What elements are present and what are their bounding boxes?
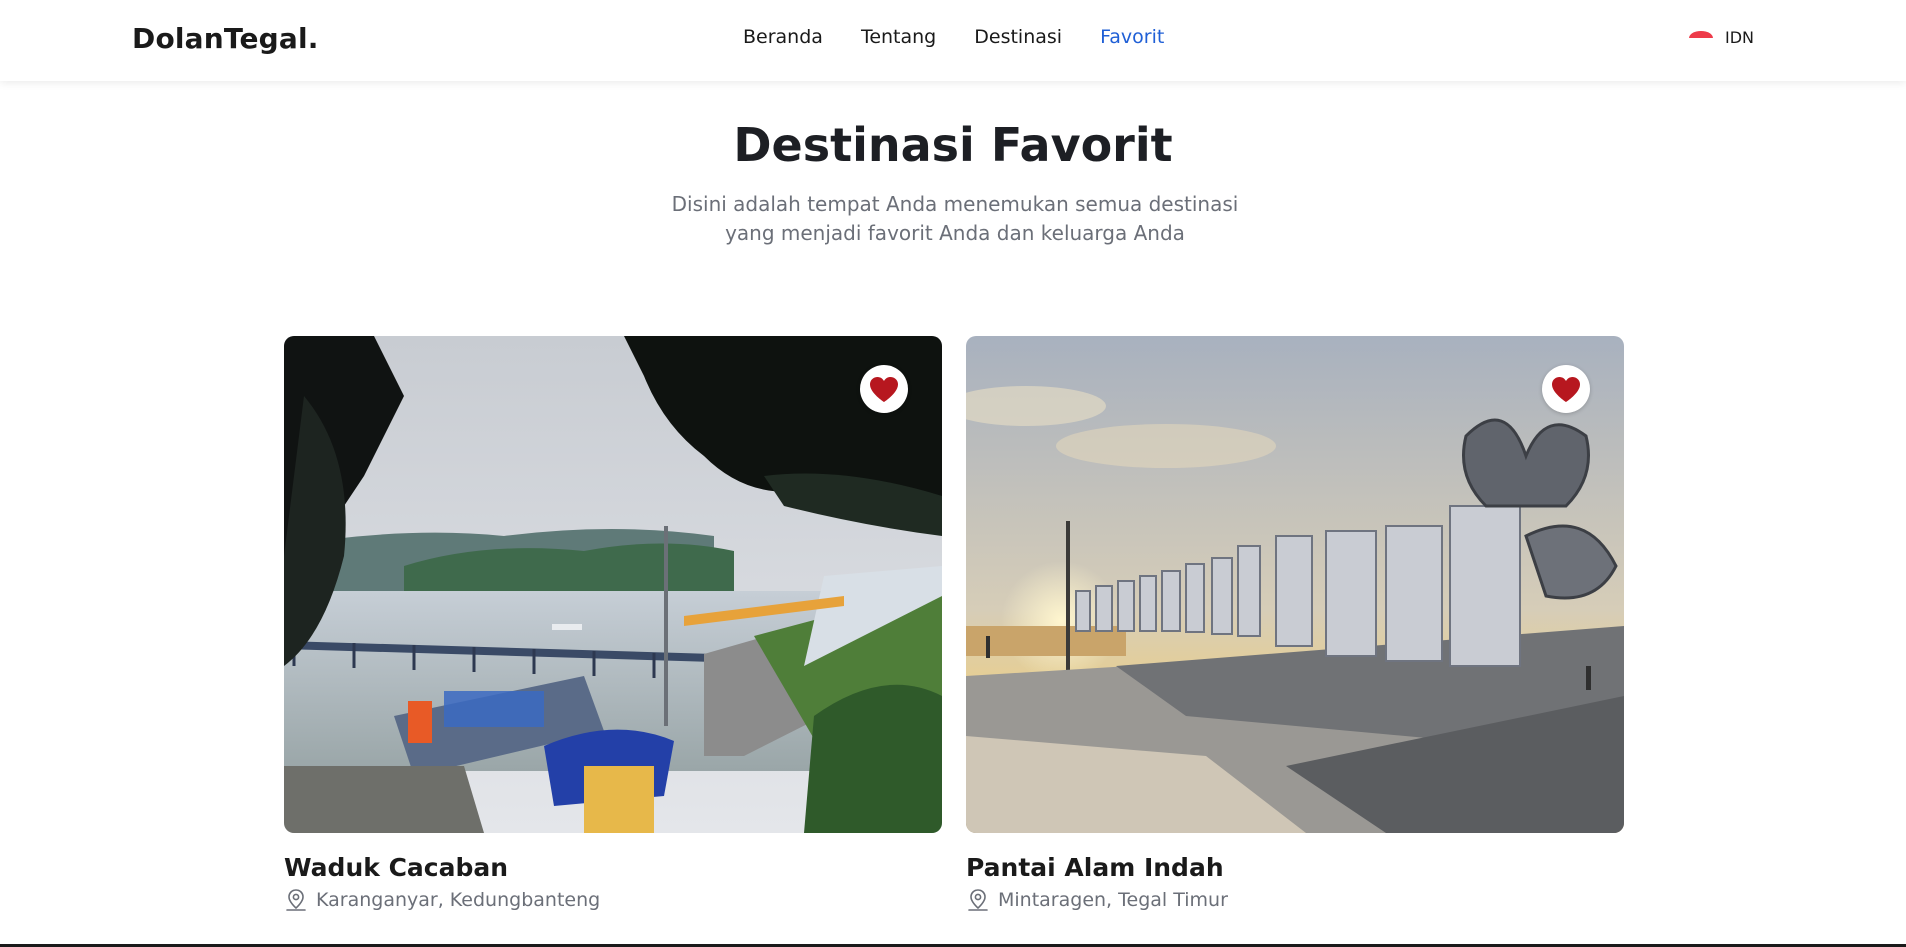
top-navbar: DolanTegal. Beranda Tentang Destinasi Fa… <box>0 0 1906 81</box>
destination-location: Mintaragen, Tegal Timur <box>966 888 1624 912</box>
destination-title[interactable]: Waduk Cacaban <box>284 853 942 882</box>
nav-link-beranda[interactable]: Beranda <box>743 26 823 48</box>
page-title: Destinasi Favorit <box>733 118 1173 172</box>
location-text: Karanganyar, Kedungbanteng <box>316 889 601 911</box>
nav-link-destinasi[interactable]: Destinasi <box>974 26 1062 48</box>
heart-icon <box>1552 376 1580 402</box>
map-pin-icon <box>286 889 306 911</box>
reservoir-photo <box>284 336 942 833</box>
nav-link-tentang[interactable]: Tentang <box>861 26 936 48</box>
brand-logo[interactable]: DolanTegal. <box>132 22 319 55</box>
page-subtitle: Disini adalah tempat Anda menemukan semu… <box>671 192 1239 245</box>
beach-sign-photo <box>966 336 1624 833</box>
main-nav: Beranda Tentang Destinasi Favorit <box>743 26 1164 48</box>
indonesia-flag-icon <box>1689 30 1713 45</box>
location-text: Mintaragen, Tegal Timur <box>998 889 1228 911</box>
destination-photo[interactable] <box>966 336 1624 833</box>
destination-photo[interactable] <box>284 336 942 833</box>
heart-icon <box>870 376 898 402</box>
destination-title[interactable]: Pantai Alam Indah <box>966 853 1624 882</box>
favorite-button[interactable] <box>1542 365 1590 413</box>
nav-link-favorit[interactable]: Favorit <box>1100 26 1164 48</box>
destination-card[interactable]: Pantai Alam Indah Mintaragen, Tegal Timu… <box>966 336 1624 912</box>
favorite-button[interactable] <box>860 365 908 413</box>
destination-location: Karanganyar, Kedungbanteng <box>284 888 942 912</box>
language-selector[interactable]: IDN <box>1689 28 1754 47</box>
map-pin-icon <box>968 889 988 911</box>
language-label: IDN <box>1725 28 1755 47</box>
destination-card[interactable]: Waduk Cacaban Karanganyar, Kedungbanteng <box>284 336 942 912</box>
